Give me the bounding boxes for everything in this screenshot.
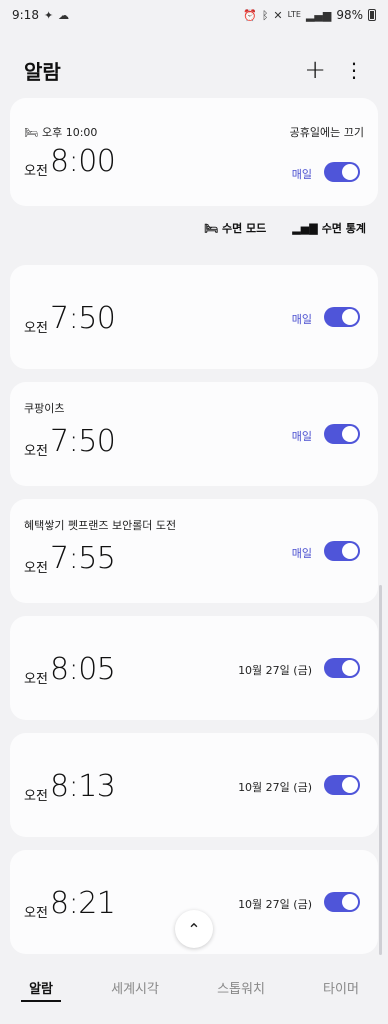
scrollbar[interactable] [379, 585, 382, 955]
alarm-repeat: 매일 [291, 430, 312, 443]
alarm-date: 10월 27일 (금) [238, 781, 312, 794]
alarm-toggle[interactable] [324, 424, 360, 444]
alarm-repeat: 매일 [291, 168, 312, 181]
bed-icon: 🛏 [24, 125, 38, 139]
alarm-card[interactable]: 오전 8:13 10월 27일 (금) [10, 733, 378, 837]
alarm-status-icon: ⏰ [243, 8, 257, 22]
alarm-card[interactable]: 쿠팡이츠 오전 7:50 매일 [10, 382, 378, 486]
network-type: LTE [287, 10, 301, 19]
alarm-toggle[interactable] [324, 162, 360, 182]
scroll-to-top-button[interactable]: ⌃ [175, 910, 213, 948]
alarm-date: 10월 27일 (금) [238, 898, 312, 911]
alarm-date: 10월 27일 (금) [238, 664, 312, 677]
status-time: 9:18 [12, 8, 39, 22]
sleep-mode-link[interactable]: 🛏 수면 모드 [204, 220, 266, 236]
status-left: 9:18 ✦ ☁ [12, 8, 69, 22]
alarm-toggle[interactable] [324, 775, 360, 795]
bedtime-time: 오후 10:00 [41, 126, 98, 139]
battery-icon [368, 9, 376, 21]
toggle-knob [342, 426, 358, 442]
sleep-stats-link[interactable]: ▂▅▇ 수면 통계 [292, 220, 366, 236]
alarm-card[interactable]: 오전 7:50 매일 [10, 265, 378, 369]
alarm-ampm: 오전 [24, 444, 48, 459]
toggle-knob [342, 777, 358, 793]
toggle-knob [342, 164, 358, 180]
bed-icon: 🛏 [204, 221, 218, 235]
page-title: 알람 [24, 59, 61, 84]
alarm-time: 7:50 [50, 424, 116, 459]
tab-alarm[interactable]: 알람 [21, 972, 61, 1002]
alarm-label: 쿠팡이츠 [24, 402, 65, 415]
alarm-ampm: 오전 [24, 561, 48, 576]
alarm-time: 8:21 [50, 886, 116, 921]
alarm-toggle[interactable] [324, 658, 360, 678]
alarm-ampm: 오전 [24, 906, 48, 921]
alarm-card[interactable]: 오전 8:05 10월 27일 (금) [10, 616, 378, 720]
sleep-links: 🛏 수면 모드 ▂▅▇ 수면 통계 [204, 220, 366, 236]
add-alarm-icon[interactable]: + [304, 57, 326, 83]
toggle-knob [342, 894, 358, 910]
alarm-repeat: 매일 [291, 313, 312, 326]
bedtime-alarm-card[interactable]: 🛏 오후 10:00 공휴일에는 끄기 오전 8:00 매일 [10, 98, 378, 206]
bedtime-label: 🛏 오후 10:00 [24, 124, 97, 140]
alarm-label: 혜택쌓기 펫프랜즈 보안롤더 도전 [24, 519, 177, 532]
tab-world-clock[interactable]: 세계시각 [103, 972, 167, 1003]
alarm-ampm: 오전 [24, 789, 48, 804]
status-right: ⏰ ᛒ ✕ LTE ▂▄▆ 98% [243, 8, 376, 22]
signal-icon: ▂▄▆ [305, 8, 332, 22]
notification-icon: ✦ [43, 8, 54, 22]
chevron-up-icon: ⌃ [187, 919, 201, 939]
app-notification-icon: ☁ [58, 8, 70, 22]
alarm-toggle[interactable] [324, 892, 360, 912]
holiday-off-text: 공휴일에는 끄기 [289, 126, 364, 139]
tab-stopwatch[interactable]: 스톱워치 [209, 972, 273, 1003]
header-actions: + ⋮ [304, 57, 364, 83]
alarm-time: 8:13 [50, 769, 116, 804]
status-bar: 9:18 ✦ ☁ ⏰ ᛒ ✕ LTE ▂▄▆ 98% [0, 0, 388, 30]
alarm-toggle[interactable] [324, 307, 360, 327]
mute-icon: ✕ [273, 8, 283, 22]
alarm-time: 7:50 [50, 301, 116, 336]
sleep-mode-label: 수면 모드 [221, 222, 267, 235]
toggle-knob [342, 309, 358, 325]
app-header: 알람 + ⋮ [0, 52, 388, 88]
alarm-repeat: 매일 [291, 547, 312, 560]
alarm-ampm: 오전 [24, 321, 48, 336]
alarm-toggle[interactable] [324, 541, 360, 561]
chart-icon: ▂▅▇ [292, 221, 318, 235]
bottom-nav: 알람 세계시각 스톱워치 타이머 [0, 962, 388, 1024]
alarm-card[interactable]: 혜택쌓기 펫프랜즈 보안롤더 도전 오전 7:55 매일 [10, 499, 378, 603]
alarm-time: 8:00 [50, 144, 116, 179]
alarm-ampm: 오전 [24, 672, 48, 687]
battery-percent: 98% [336, 8, 363, 22]
toggle-knob [342, 543, 358, 559]
alarm-time: 7:55 [50, 541, 116, 576]
more-options-icon[interactable]: ⋮ [344, 60, 364, 80]
sleep-stats-label: 수면 통계 [321, 222, 366, 235]
alarm-ampm: 오전 [24, 164, 48, 179]
alarm-time: 8:05 [50, 652, 116, 687]
bluetooth-icon: ᛒ [261, 8, 269, 22]
tab-timer[interactable]: 타이머 [315, 972, 367, 1003]
toggle-knob [342, 660, 358, 676]
